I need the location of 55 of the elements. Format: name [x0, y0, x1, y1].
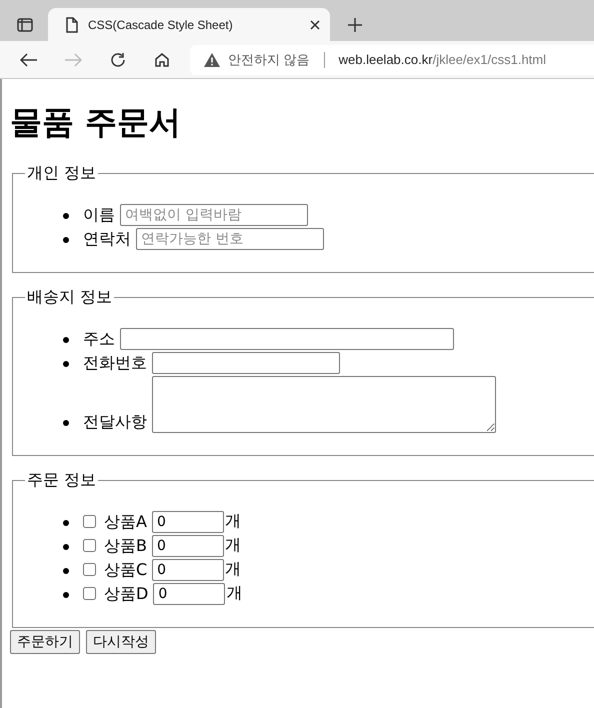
page-icon	[66, 16, 78, 32]
unit-label: 개	[225, 559, 242, 580]
bullet-icon	[63, 544, 69, 550]
security-label: 안전하지 않음	[228, 50, 310, 68]
warning-icon	[204, 52, 220, 66]
field-label: 주소	[83, 329, 115, 350]
field-label: 상품A	[104, 512, 147, 533]
forward-icon	[64, 52, 82, 66]
url-text: web.leelab.co.kr/jklee/ex1/css1.html	[338, 52, 546, 67]
bullet-icon	[63, 568, 69, 574]
bullet-icon	[63, 237, 69, 243]
form-button[interactable]: 주문하기	[10, 630, 80, 654]
quantity-field[interactable]: 0	[153, 583, 226, 605]
form-button[interactable]: 다시작성	[86, 630, 156, 654]
section-legend: 개인 정보	[25, 163, 98, 184]
bullet-icon	[63, 420, 69, 426]
home-icon[interactable]	[154, 52, 170, 68]
bullet-icon	[63, 592, 69, 598]
field-label: 상품C	[104, 560, 148, 581]
input-field[interactable]: 연락가능한 번호	[136, 228, 324, 250]
checkbox[interactable]	[83, 539, 96, 552]
section-legend: 주문 정보	[25, 470, 98, 491]
unit-label: 개	[224, 535, 241, 556]
quantity-field[interactable]: 0	[152, 559, 224, 581]
quantity-field[interactable]: 0	[152, 511, 224, 533]
unit-label: 개	[224, 511, 241, 532]
back-icon[interactable]	[20, 52, 38, 66]
bullet-icon	[63, 520, 69, 526]
field-label: 연락처	[83, 229, 131, 250]
field-label: 상품B	[104, 536, 147, 557]
page-heading: 물품 주문서	[10, 102, 182, 143]
reload-icon[interactable]	[110, 52, 126, 68]
address-bar[interactable]: 안전하지 않음 web.leelab.co.kr/jklee/ex1/css1.html	[190, 44, 594, 74]
browser-tab[interactable]: CSS(Cascade Style Sheet)	[48, 8, 330, 41]
close-icon[interactable]	[310, 20, 320, 30]
tab-title: CSS(Cascade Style Sheet)	[88, 18, 234, 32]
input-field[interactable]	[152, 352, 340, 374]
tab-actions-icon[interactable]	[16, 17, 34, 33]
text-area[interactable]	[152, 376, 496, 433]
input-field[interactable]	[120, 328, 454, 350]
quantity-field[interactable]: 0	[152, 535, 224, 557]
input-field[interactable]: 여백없이 입력바람	[120, 204, 308, 226]
bullet-icon	[63, 361, 69, 367]
field-label: 전달사항	[83, 412, 147, 433]
section-legend: 배송지 정보	[25, 287, 114, 308]
checkbox[interactable]	[83, 515, 96, 528]
bullet-icon	[63, 213, 69, 219]
field-label: 전화번호	[83, 353, 147, 374]
new-tab-icon[interactable]	[348, 18, 362, 32]
field-label: 상품D	[104, 584, 148, 605]
checkbox[interactable]	[83, 587, 96, 600]
bullet-icon	[63, 337, 69, 343]
checkbox[interactable]	[83, 563, 96, 576]
unit-label: 개	[226, 583, 242, 604]
field-label: 이름	[83, 205, 115, 226]
